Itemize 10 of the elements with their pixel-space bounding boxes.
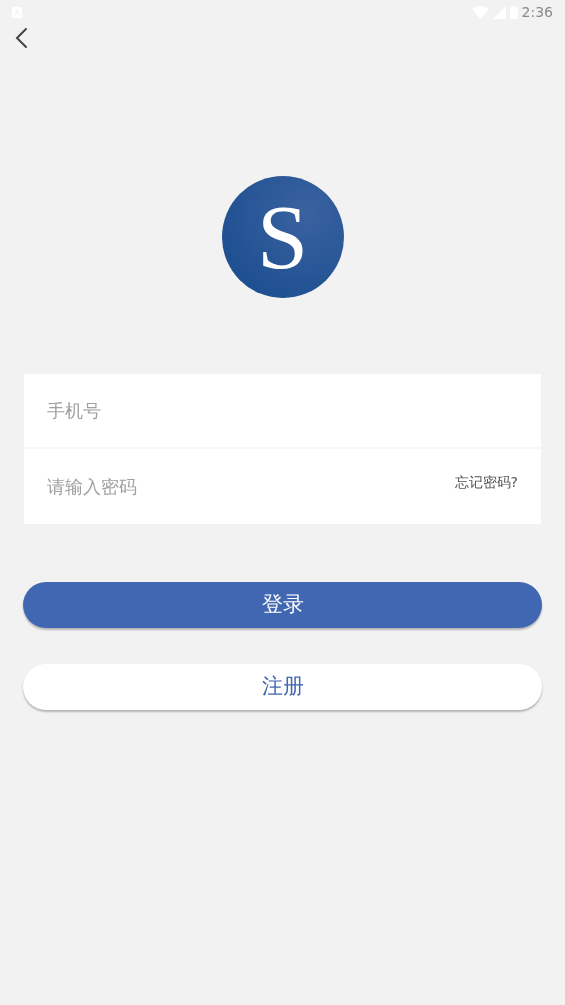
- back-icon[interactable]: [14, 27, 28, 49]
- logo: S: [221, 176, 344, 298]
- status-time: 2:36: [521, 5, 553, 19]
- register-button[interactable]: 注册: [23, 664, 542, 710]
- phone-field[interactable]: 手机号: [24, 374, 541, 449]
- forgot-password-link[interactable]: 忘记密码?: [454, 472, 518, 493]
- password-field[interactable]: 请输入密码 忘记密码?: [24, 449, 541, 524]
- login-button[interactable]: 登录: [23, 582, 542, 628]
- phone-input[interactable]: 手机号: [47, 397, 518, 424]
- password-input[interactable]: 请输入密码: [47, 473, 455, 500]
